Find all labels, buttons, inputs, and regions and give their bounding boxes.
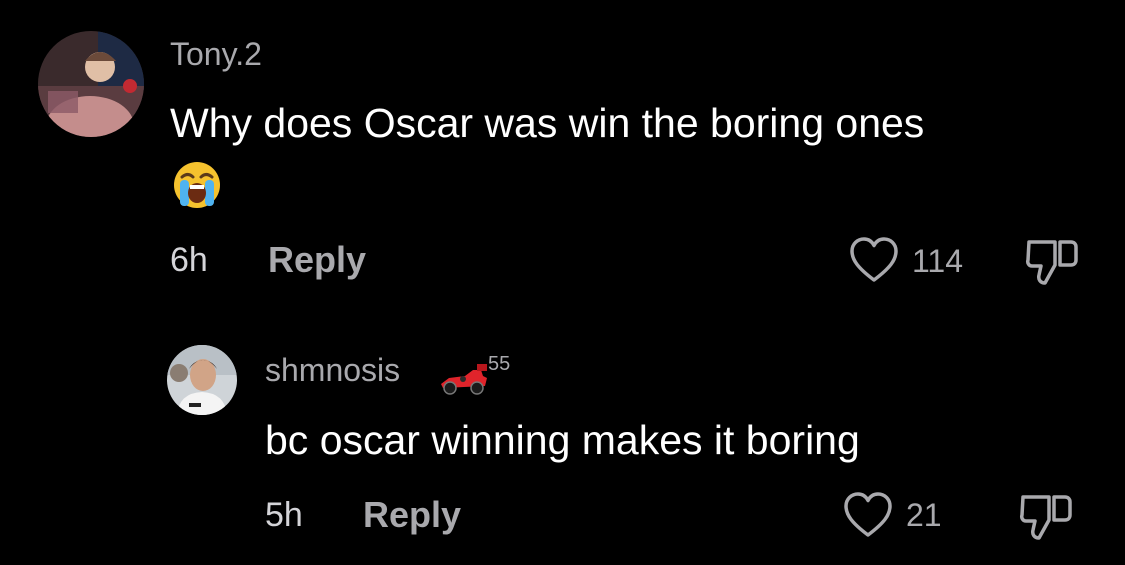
thumbs-down-icon <box>1020 495 1072 540</box>
avatar[interactable] <box>38 31 144 137</box>
racing-car-icon <box>437 362 489 396</box>
reply-like-count: 21 <box>906 497 942 533</box>
dislike-button[interactable] <box>1024 236 1080 288</box>
reply-text: bc oscar winning makes it boring <box>265 417 860 463</box>
reply-button[interactable]: Reply <box>268 239 366 281</box>
reply-username[interactable]: shmnosis <box>265 352 400 389</box>
heart-icon <box>850 237 898 282</box>
like-count: 114 <box>912 243 964 279</box>
heart-icon <box>844 492 892 537</box>
reply-reply-button[interactable]: Reply <box>363 494 461 536</box>
reply-dislike-button[interactable] <box>1018 491 1074 543</box>
comment-time: 6h <box>170 241 208 279</box>
comment-text: Why does Oscar was win the boring ones <box>170 100 925 146</box>
reply-avatar[interactable] <box>167 345 237 415</box>
comment-username[interactable]: Tony.2 <box>170 36 262 73</box>
badge-number: 55 <box>488 353 511 375</box>
reply-time: 5h <box>265 496 303 534</box>
reply-like-button[interactable] <box>842 491 894 539</box>
thumbs-down-icon <box>1026 240 1078 285</box>
loudly-crying-face-icon <box>172 160 222 210</box>
like-button[interactable] <box>848 236 900 284</box>
